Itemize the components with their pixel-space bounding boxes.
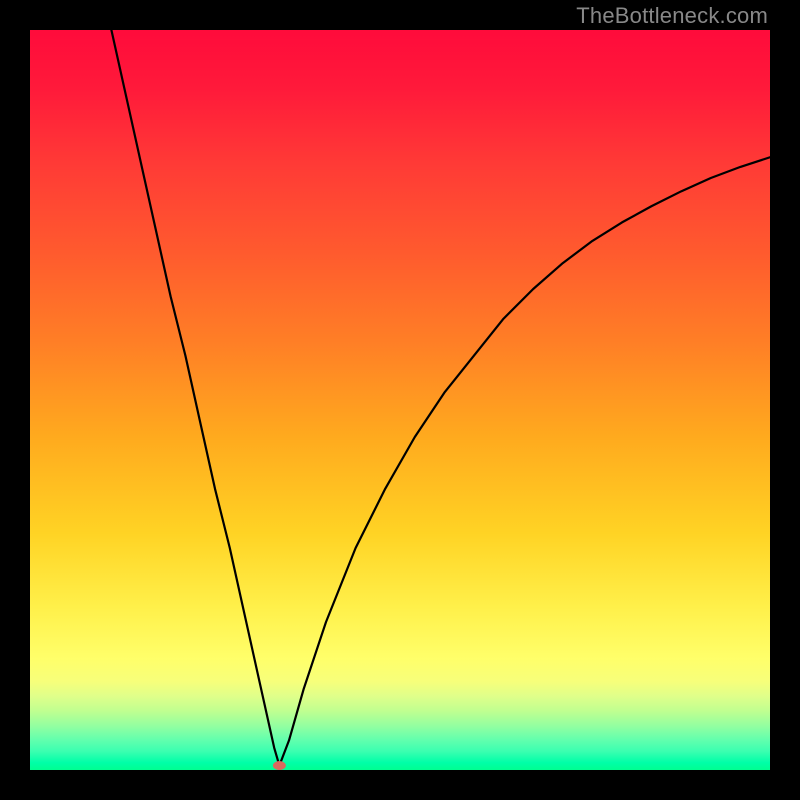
plot-area: [30, 30, 770, 770]
curve-svg: [30, 30, 770, 770]
chart-frame: TheBottleneck.com: [0, 0, 800, 800]
optimal-point-marker: [273, 762, 285, 770]
attribution-text: TheBottleneck.com: [576, 3, 768, 29]
bottleneck-curve: [111, 30, 770, 766]
